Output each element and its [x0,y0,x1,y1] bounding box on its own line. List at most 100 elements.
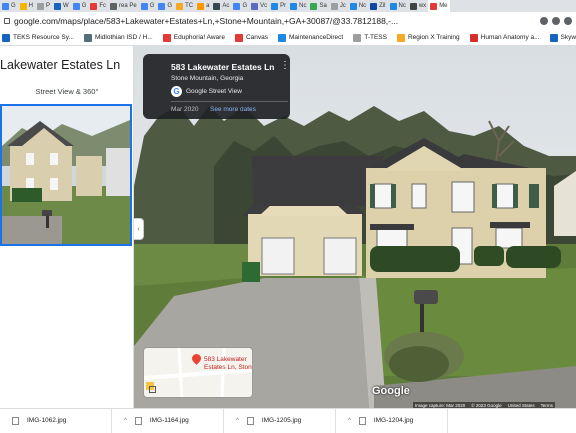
tab-label: W [63,3,69,9]
browser-tab[interactable]: a [195,0,211,12]
tab-favicon-icon [409,2,417,10]
expand-icon[interactable] [149,386,156,393]
chevron-up-icon[interactable]: ^ [124,418,127,424]
tab-favicon-icon [140,2,148,10]
bookmark-label: Human Anatomy a... [480,34,540,41]
info-card-subtitle: Stone Mountain, Georgia [171,75,244,82]
browser-tab[interactable]: Fc [88,0,108,12]
bookmark-item[interactable]: Human Anatomy a... [469,33,540,42]
browser-tab[interactable]: G [156,0,174,12]
bookmark-label: TEKS Resource Sy... [13,34,74,41]
tab-favicon-icon [213,2,221,10]
lock-icon[interactable] [4,18,10,24]
download-item[interactable]: ^ IMG-1204.jpg [336,408,448,433]
extension-icon[interactable] [564,17,572,25]
browser-tab[interactable]: P [35,0,52,12]
info-card-date: Mar 2020 [171,106,199,113]
chevron-up-icon[interactable]: ^ [236,418,239,424]
google-logo: Google [372,385,410,397]
browser-tab[interactable]: Sa [308,0,328,12]
bookmark-item[interactable]: T-TESS [353,33,387,42]
maps-sidebar: Lakewater Estates Ln Street View & 360° [0,46,134,408]
tab-label: Vc [260,3,268,9]
tab-favicon-icon [430,2,438,10]
tab-favicon-icon [158,2,166,10]
download-item[interactable]: ^ IMG-1205.jpg [224,408,336,433]
bookmark-item[interactable]: Eduphoria! Aware [162,33,225,42]
more-options-icon[interactable]: ⋮ [280,61,290,71]
mini-map[interactable]: 583 Lakewater Estates Ln, Ston [143,347,253,398]
tab-favicon-icon [176,2,184,10]
bookmark-item[interactable]: TEKS Resource Sy... [2,33,74,42]
share-icon[interactable] [540,17,548,25]
info-card-source: Google Street View [186,88,242,95]
bookmark-item[interactable]: Midlothian ISD / H... [83,33,153,42]
tab-label: H [28,3,34,9]
file-icon [246,416,254,425]
bookmark-item[interactable]: Skyward [549,33,576,42]
browser-tab[interactable]: G [71,0,89,12]
browser-tab[interactable]: wx [408,0,428,12]
browser-tab[interactable]: Vc [249,0,269,12]
mini-map-place-label: 583 Lakewater Estates Ln, Ston [204,356,252,371]
browser-tab[interactable]: Ac [211,0,231,12]
star-icon[interactable] [552,17,560,25]
download-filename: IMG-1062.jpg [27,417,67,424]
tab-label: Fc [99,3,107,9]
browser-tab[interactable]: Nc [348,0,368,12]
bookmark-item[interactable]: Region X Training [396,33,460,42]
bookmark-label: Canvas [245,34,268,41]
browser-tab[interactable]: Nc [388,0,408,12]
tab-favicon-icon [271,2,279,10]
chevron-up-icon[interactable]: ^ [348,418,351,424]
browser-tab[interactable]: G [139,0,157,12]
browser-tab[interactable]: TC [174,0,195,12]
browser-tab[interactable]: Pr [269,0,288,12]
tab-label: G [81,3,87,9]
collapse-sidebar-button[interactable]: ‹ [134,218,144,240]
file-icon [12,416,19,425]
tab-label: G [149,3,155,9]
browser-tab[interactable]: Me [428,0,450,12]
tab-favicon-icon [110,2,118,10]
tab-label: rea Pe [119,3,137,9]
browser-tab[interactable]: H [18,0,35,12]
download-filename: IMG-1164.jpg [149,417,189,424]
tab-favicon-icon [197,2,205,10]
tab-favicon-icon [251,2,259,10]
address-bar-actions [540,17,576,25]
browser-tab[interactable]: G [231,0,249,12]
tab-favicon-icon [290,2,298,10]
bookmark-item[interactable]: Canvas [234,33,268,42]
download-filename: IMG-1204.jpg [373,417,414,424]
browser-tab[interactable]: G [0,0,18,12]
tab-label: Sa [319,3,327,9]
browser-tab[interactable]: Zil [368,0,387,12]
country-text: United States [507,402,535,408]
google-g-icon: G [171,86,182,97]
see-more-dates-link[interactable]: See more dates [210,106,256,113]
browser-tab[interactable]: W [52,0,71,12]
tab-favicon-icon [72,2,80,10]
terms-link[interactable]: Terms [541,403,553,408]
download-item[interactable]: IMG-1062.jpg [0,408,112,433]
browser-tab[interactable]: Nc [288,0,308,12]
bookmark-label: T-TESS [364,34,387,41]
browser-tab[interactable]: Jc [329,0,348,12]
address-bar[interactable]: google.com/maps/place/583+Lakewater+Esta… [0,12,576,30]
tab-favicon-icon [90,2,98,10]
tab-favicon-icon [330,2,338,10]
streetview-thumbnail[interactable] [0,104,132,246]
bookmark-favicon-icon [396,33,405,42]
bookmark-item[interactable]: MaintenanceDirect [278,33,343,42]
tab-favicon-icon [54,2,62,10]
download-item[interactable]: ^ IMG-1164.jpg [112,408,224,433]
bookmark-favicon-icon [549,33,558,42]
tab-favicon-icon [389,2,397,10]
tab-favicon-icon [19,2,27,10]
tab-label: G [167,3,173,9]
url-text[interactable]: google.com/maps/place/583+Lakewater+Esta… [14,16,540,26]
bookmark-favicon-icon [353,33,362,42]
tab-label: a [206,3,210,9]
browser-tab[interactable]: rea Pe [108,0,139,12]
